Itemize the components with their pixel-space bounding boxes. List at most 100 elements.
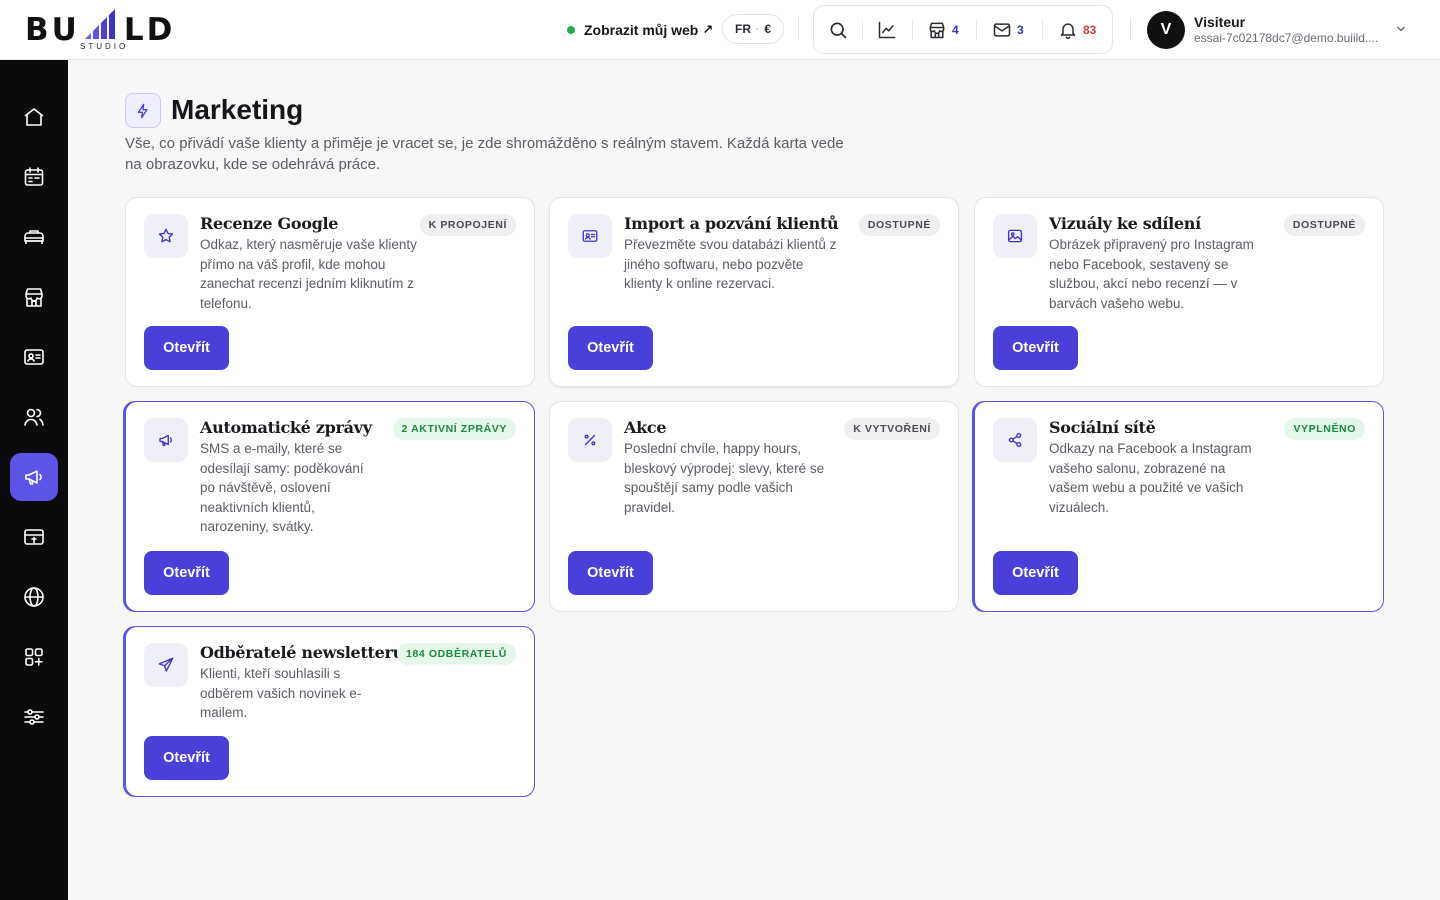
language-currency-switcher[interactable]: FR · € [722, 14, 784, 44]
card-import-clients: Import a pozvání klientů DOSTUPNÉ Převez… [549, 197, 959, 387]
card-promotions: Akce K VYTVOŘENÍ Poslední chvíle, happy … [549, 401, 959, 612]
logo[interactable]: BU LD STUDIO [25, 9, 185, 53]
image-icon [1007, 229, 1023, 243]
calendar-icon [24, 167, 44, 186]
divider [798, 18, 799, 40]
open-button[interactable]: Otevřít [568, 551, 653, 595]
status-badge: 2 AKTIVNÍ ZPRÁVY [392, 418, 516, 440]
sidebar-item-calendar[interactable] [10, 153, 58, 201]
page-title: Marketing [171, 94, 304, 125]
currency-label: € [764, 22, 772, 36]
top-bar: BU LD STUDIO Zobrazit můj web ↗ FR · € 4 [0, 0, 1440, 60]
chevron-down-icon[interactable] [1395, 23, 1407, 35]
status-badge: K VYTVOŘENÍ [844, 418, 940, 440]
messages-button[interactable]: 3 [992, 6, 1024, 53]
open-button[interactable]: Otevřít [144, 551, 229, 595]
card-icon [144, 214, 188, 258]
card-social-networks: Sociální sítě VYPLNĚNO Odkazy na Faceboo… [974, 401, 1384, 612]
sidebar-item-billing[interactable] [10, 513, 58, 561]
card-icon [993, 418, 1037, 462]
star-icon [158, 228, 174, 243]
logo-text-right: LD [123, 12, 176, 48]
quick-actions: 4 3 83 [813, 5, 1113, 54]
logo-bars-icon [85, 9, 115, 39]
card-icon [144, 643, 188, 687]
messages-count: 3 [1017, 22, 1024, 37]
open-button[interactable]: Otevřít [993, 326, 1078, 370]
card-description: Odkaz, který nasměruje vaše klienty přím… [200, 237, 417, 311]
view-site-link[interactable]: Zobrazit můj web ↗ [567, 20, 713, 40]
card-description: Obrázek připravený pro Instagram nebo Fa… [1049, 237, 1254, 311]
store-icon [25, 288, 43, 307]
avatar[interactable]: V [1147, 11, 1185, 49]
card-description: Převezměte svou databázi klientů z jinéh… [624, 237, 837, 292]
external-arrow-icon: ↗ [702, 22, 714, 37]
lightning-icon [137, 103, 148, 118]
open-button[interactable]: Otevřít [144, 326, 229, 370]
card-title: Import a pozvání klientů [624, 214, 839, 233]
card-icon [993, 214, 1037, 258]
sidebar-item-store[interactable] [10, 273, 58, 321]
id-card-icon [24, 349, 44, 365]
services-icon [24, 230, 44, 244]
globe-icon [24, 587, 44, 607]
stores-button[interactable]: 4 [927, 6, 959, 53]
notifications-count: 83 [1083, 22, 1097, 37]
card-title: Odběratelé newsletteru [200, 643, 404, 662]
status-dot-icon [567, 26, 575, 34]
send-icon [158, 657, 174, 672]
sidebar-item-apps[interactable] [10, 633, 58, 681]
bell-icon [1060, 22, 1076, 39]
sidebar-item-team[interactable] [10, 393, 58, 441]
logo-subtitle: STUDIO [80, 42, 129, 51]
sidebar [0, 60, 68, 900]
sidebar-item-settings[interactable] [10, 693, 58, 741]
language-label: FR [734, 22, 751, 36]
sidebar-item-marketing[interactable] [10, 453, 58, 501]
card-share-visuals: Vizuály ke sdílení DOSTUPNÉ Obrázek přip… [974, 197, 1384, 387]
sidebar-item-website[interactable] [10, 573, 58, 621]
card-description: SMS a e-maily, které se odesílají samy: … [200, 441, 364, 535]
apps-icon [25, 648, 43, 666]
stores-count: 4 [952, 22, 959, 37]
search-icon [830, 22, 847, 38]
card-icon [568, 418, 612, 462]
status-badge: K PROPOJENÍ [419, 214, 516, 236]
open-button[interactable]: Otevřít [144, 736, 229, 780]
card-automatic-messages: Automatické zprávy 2 AKTIVNÍ ZPRÁVY SMS … [125, 401, 535, 612]
user-email: essai-7c02178dc7@demo.buiild.... [1194, 31, 1379, 45]
view-site-label: Zobrazit můj web [584, 22, 699, 38]
notifications-button[interactable]: 83 [1058, 6, 1096, 53]
contact-card-icon [582, 230, 598, 242]
status-badge: DOSTUPNÉ [858, 214, 940, 236]
card-google-reviews: Recenze Google K PROPOJENÍ Odkaz, který … [125, 197, 535, 387]
card-icon [144, 418, 188, 462]
percent-icon [584, 434, 596, 446]
search-button[interactable] [828, 6, 848, 53]
card-title: Akce [624, 418, 667, 437]
megaphone-icon [25, 470, 42, 485]
card-title: Automatické zprávy [200, 418, 372, 437]
sidebar-item-clients[interactable] [10, 333, 58, 381]
settings-sliders-icon [24, 709, 44, 725]
home-icon [24, 108, 44, 126]
users-icon [24, 408, 44, 426]
user-name[interactable]: Visiteur [1194, 14, 1245, 30]
stats-button[interactable] [877, 6, 897, 53]
open-button[interactable]: Otevřít [568, 326, 653, 370]
sidebar-item-services[interactable] [10, 213, 58, 261]
divider [1130, 18, 1131, 40]
card-description: Klienti, kteří souhlasili s odběrem vaši… [200, 666, 362, 721]
chart-line-icon [878, 21, 896, 38]
open-button[interactable]: Otevřít [993, 551, 1078, 595]
page-description: Vše, co přivádí vaše klienty a přiměje j… [125, 135, 844, 173]
store-icon [929, 22, 945, 38]
card-newsletter-subscribers: Odběratelé newsletteru 184 ODBĚRATELŮ Kl… [125, 626, 535, 797]
megaphone-icon [159, 434, 172, 446]
sidebar-item-home[interactable] [10, 93, 58, 141]
share-icon [1008, 432, 1022, 448]
card-title: Recenze Google [200, 214, 339, 233]
card-title: Sociální sítě [1049, 418, 1156, 437]
status-badge: 184 ODBĚRATELŮ [397, 643, 516, 665]
billing-icon [24, 529, 44, 545]
